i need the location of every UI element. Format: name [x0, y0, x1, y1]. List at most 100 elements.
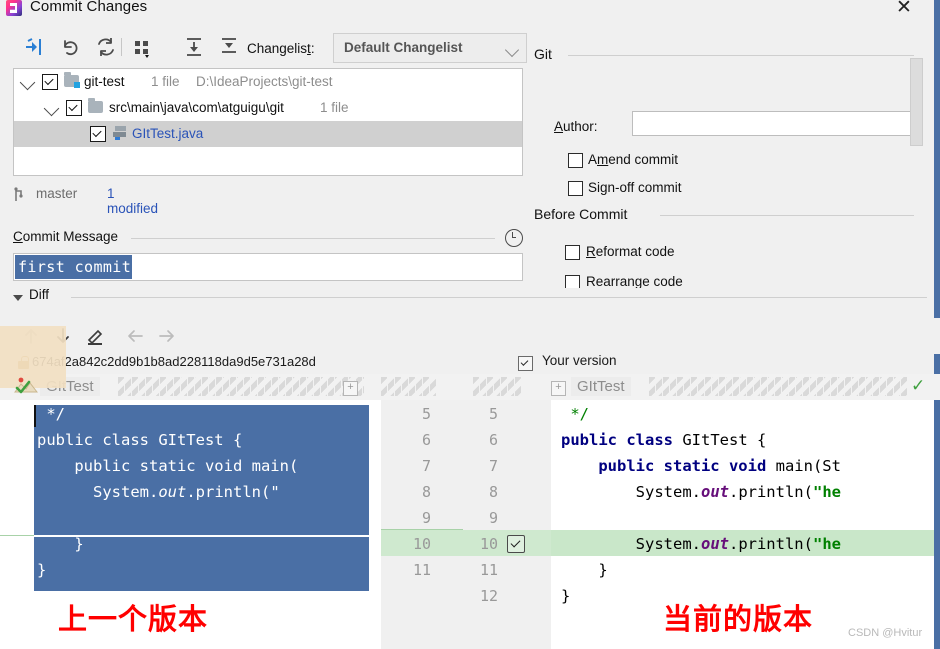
before-commit-group-label: Before Commit	[534, 206, 636, 222]
green-check-icon: ✓	[911, 376, 926, 395]
code-line: }	[561, 587, 571, 605]
expand-all-icon[interactable]	[181, 34, 207, 60]
edit-source-icon[interactable]	[84, 325, 106, 347]
file-checkbox[interactable]	[90, 126, 106, 142]
breadcrumb-class-name: GItTest	[571, 377, 631, 396]
line-number-left: 9	[421, 509, 431, 527]
triangle-down-icon[interactable]	[13, 295, 23, 301]
amend-commit-checkbox[interactable]	[568, 153, 583, 168]
tree-row-name: src\main\java\com\atguigu\git	[109, 100, 284, 115]
project-checkbox[interactable]	[42, 74, 58, 90]
annotation-previous-version: 上一个版本	[58, 602, 209, 636]
line-number-left: 8	[421, 483, 431, 501]
apply-left-icon[interactable]	[124, 325, 146, 347]
reformat-code-label: Reformat code	[586, 244, 675, 259]
group-by-icon[interactable]	[130, 34, 156, 60]
diff-section-header[interactable]: Diff	[13, 287, 927, 307]
collapse-all-icon[interactable]	[216, 34, 242, 60]
modified-count[interactable]: 1 modified	[107, 186, 158, 216]
clock-icon[interactable]	[505, 229, 523, 247]
amend-commit-label: Amend commit	[588, 152, 679, 167]
commit-message-label: Commit Message	[13, 229, 126, 244]
changes-tree[interactable]: git-test 1 file D:\IdeaProjects\git-test…	[13, 68, 523, 176]
tree-row-name: GItTest.java	[132, 126, 204, 141]
tree-row-file[interactable]: GItTest.java	[14, 121, 522, 147]
code-line: System.out.println("	[37, 483, 280, 501]
title-bar: Commit Changes ✕	[0, 0, 940, 20]
refresh-icon[interactable]	[93, 34, 119, 60]
show-diff-icon[interactable]	[22, 34, 48, 60]
git-group-header: Git	[534, 46, 924, 64]
git-panel-scrollbar[interactable]	[910, 58, 923, 146]
line-number-right: 9	[488, 509, 498, 527]
git-group-label: Git	[534, 46, 560, 62]
project-folder-icon	[64, 72, 80, 88]
code-line: */	[561, 405, 589, 423]
your-version-label: Your version	[542, 353, 617, 368]
changelist-label: Changelist:	[247, 41, 315, 56]
author-label: Author:	[554, 119, 598, 134]
selection-highlight	[34, 537, 369, 591]
breadcrumb-right: + GItTest ✓	[551, 374, 940, 400]
tree-row-filecount: 1 file	[320, 100, 349, 115]
sign-off-commit-label: Sign-off commit	[588, 180, 682, 195]
changelist-dropdown[interactable]: Default Changelist	[333, 33, 527, 63]
commit-changes-dialog: Commit Changes ✕ Changelist: Default Cha…	[0, 0, 940, 649]
chevron-down-icon[interactable]	[19, 74, 36, 91]
expand-fragment-icon[interactable]: +	[551, 381, 566, 396]
tree-row-filecount: 1 file	[151, 74, 180, 89]
diff-line-number-gutter: 5 6 7 8 9 10 11 5 6 7 8 9 10 11 12	[381, 400, 552, 649]
line-number-right: 12	[479, 587, 498, 605]
commit-message-value: first commit	[15, 255, 133, 279]
tree-row-package[interactable]: src\main\java\com\atguigu\git 1 file	[14, 95, 522, 121]
window-title: Commit Changes	[30, 0, 148, 15]
tree-row-path: D:\IdeaProjects\git-test	[196, 74, 333, 89]
line-number-left: 6	[421, 431, 431, 449]
code-line: public static void main(St	[598, 457, 841, 475]
code-line: */	[37, 405, 65, 423]
accept-change-checkbox[interactable]	[507, 535, 525, 553]
text-caret	[34, 405, 36, 427]
diff-section-label: Diff	[29, 287, 50, 302]
git-options-panel: Git Author: Amend commit Sign-off commit…	[534, 30, 940, 288]
tree-row-project[interactable]: git-test 1 file D:\IdeaProjects\git-test	[14, 69, 522, 95]
line-number-left: 10	[412, 535, 431, 553]
line-number-left: 11	[412, 561, 431, 579]
rollback-icon[interactable]	[58, 34, 84, 60]
commit-message-input[interactable]: first commit	[13, 253, 523, 281]
close-icon[interactable]: ✕	[890, 0, 918, 20]
reformat-code-checkbox[interactable]	[565, 245, 580, 260]
line-number-left: 5	[421, 405, 431, 423]
branch-name: master	[36, 186, 78, 201]
package-checkbox[interactable]	[66, 100, 82, 116]
line-number-right: 5	[488, 405, 498, 423]
expand-fragment-icon[interactable]: +	[343, 381, 358, 396]
code-line: }	[37, 535, 84, 553]
git-branch-icon	[14, 187, 27, 203]
line-number-right: 7	[488, 457, 498, 475]
chevron-down-icon	[504, 42, 520, 58]
code-line: }	[561, 561, 608, 579]
code-line: public class GItTest {	[37, 431, 243, 449]
rearrange-code-checkbox[interactable]	[565, 275, 580, 288]
breadcrumb-gutter	[381, 374, 551, 400]
chevron-down-icon[interactable]	[43, 100, 60, 117]
author-field[interactable]	[632, 111, 918, 136]
intellij-idea-icon	[6, 0, 22, 16]
tree-row-name: git-test	[84, 74, 125, 89]
line-number-right: 10	[479, 535, 498, 553]
code-line: public static void main(	[37, 457, 299, 475]
window-border-edge	[934, 0, 940, 290]
apply-right-icon[interactable]	[156, 325, 178, 347]
java-file-icon	[113, 126, 126, 140]
line-number-left: 7	[421, 457, 431, 475]
sign-off-commit-checkbox[interactable]	[568, 181, 583, 196]
line-number-right: 8	[488, 483, 498, 501]
diff-toolbar: Side-by-side viewer Do not ignore Highli…	[0, 318, 940, 649]
commit-message-header: Commit Message	[13, 229, 523, 247]
code-line: public class GItTest {	[561, 431, 767, 449]
changelist-value: Default Changelist	[344, 40, 463, 55]
watermark: CSDN @Hvitur	[848, 627, 923, 639]
your-version-checkbox[interactable]	[518, 356, 533, 371]
image-diff-icon	[14, 376, 39, 396]
